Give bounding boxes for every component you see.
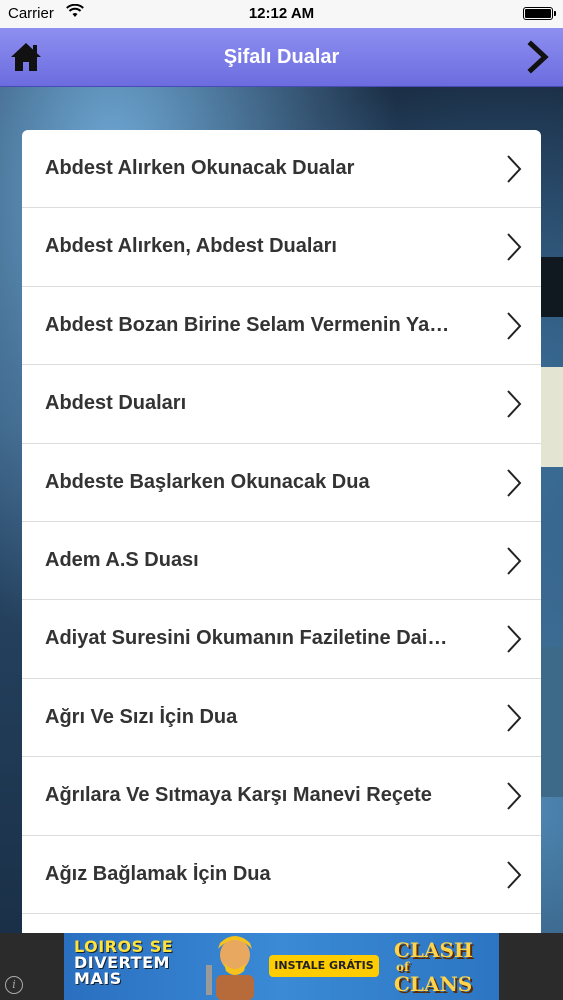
list-item[interactable]: Adiyat Suresini Okumanın Faziletine Dai… [22,600,541,679]
chevron-right-icon [507,704,522,732]
list-item-label: Abdest Alırken, Abdest Duaları [45,235,337,258]
ad-line-3: MAIS [74,969,122,988]
list-item-label: Abdest Alırken Okunacak Dualar [45,157,355,179]
dua-list: Abdest Alırken Okunacak Dualar Abdest Al… [22,130,541,933]
chevron-right-icon [507,468,522,497]
list-item[interactable]: Abdest Alırken Okunacak Dualar [22,130,541,209]
logo-top: CLASH [394,938,473,962]
navigation-bar: Şifalı Dualar [0,28,563,87]
chevron-right-icon [507,860,522,889]
ad-banner[interactable]: LOIROS SE DIVERTEM MAIS INSTALE GRÁTIS C… [0,933,563,1000]
chevron-right-icon [507,312,522,340]
barbarian-character-image [206,936,254,1000]
status-bar: Carrier 12:12 AM [0,0,563,28]
background-decoration [539,367,563,467]
list-item[interactable]: Adem A.S Duası [22,522,541,601]
list-item[interactable]: Ağrılara Ve Sıtmaya Karşı Manevi Reçete [22,757,541,836]
chevron-right-icon [507,782,522,810]
chevron-right-icon [507,155,522,183]
list-item-label: Abdeste Başlarken Okunacak Dua [45,470,370,493]
clash-of-clans-logo: CLASH of CLANS [394,938,489,996]
chevron-right-icon [507,233,522,262]
background-decoration [541,647,563,797]
list-item-label: Adem A.S Duası [45,548,199,571]
list-item-label: Abdest Duaları [45,392,187,415]
list-item[interactable]: Abdest Duaları [22,365,541,444]
install-button[interactable]: INSTALE GRÁTIS [269,955,379,977]
list-item[interactable]: Abdeste Başlarken Okunacak Dua [22,444,541,522]
battery-icon [523,7,556,20]
list-item-label: Ağrılara Ve Sıtmaya Karşı Manevi Reçete [45,784,432,807]
list-item-label: Ağız Bağlamak İçin Dua [45,862,271,885]
list-item-label: Adiyat Suresini Okumanın Faziletine Dai… [45,627,448,650]
list-item[interactable] [22,914,541,933]
ad-content[interactable]: LOIROS SE DIVERTEM MAIS INSTALE GRÁTIS C… [64,933,499,1000]
list-item-label: Abdest Bozan Birine Selam Vermenin Ya… [45,313,450,336]
list-item-label: Ağrı Ve Sızı İçin Dua [45,705,238,728]
chevron-right-icon[interactable] [525,40,553,74]
list-item[interactable]: Ağız Bağlamak İçin Dua [22,836,541,914]
chevron-right-icon [507,625,522,654]
list-item[interactable]: Ağrı Ve Sızı İçin Dua [22,679,541,758]
page-title: Şifalı Dualar [223,46,340,68]
list-item[interactable]: Abdest Alırken, Abdest Duaları [22,208,541,287]
chevron-right-icon [507,390,522,418]
list-item[interactable]: Abdest Bozan Birine Selam Vermenin Ya… [22,287,541,366]
ad-headline: LOIROS SE DIVERTEM MAIS [74,939,173,987]
chevron-right-icon [507,547,522,575]
clock: 12:12 AM [248,5,315,22]
logo-bottom: CLANS [394,972,473,996]
ad-info-icon[interactable]: i [5,976,23,994]
